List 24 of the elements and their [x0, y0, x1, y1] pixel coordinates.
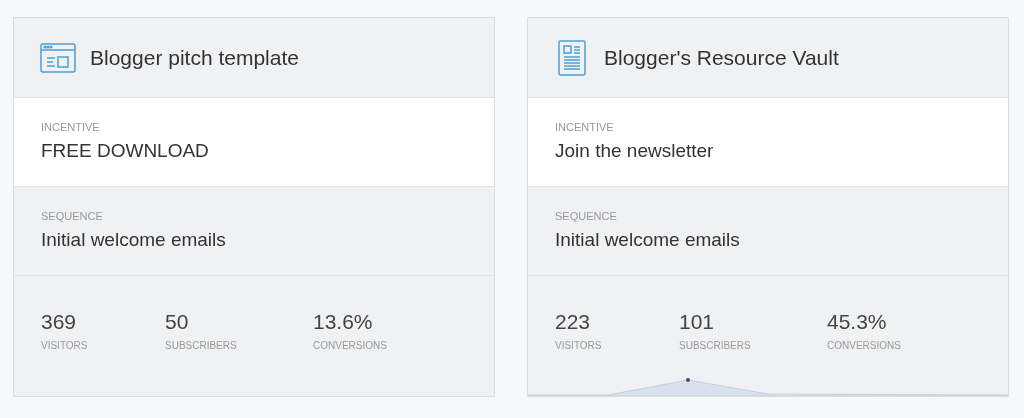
- card-title: Blogger's Resource Vault: [604, 44, 839, 71]
- incentive-value: Join the newsletter: [555, 138, 715, 163]
- section-label: SEQUENCE: [41, 210, 104, 222]
- stat-label: CONVERSIONS: [313, 339, 387, 354]
- stat-value: 45.3%: [827, 309, 888, 335]
- stat-label: VISITORS: [555, 339, 603, 354]
- stat-value: 13.6%: [313, 309, 374, 335]
- stat-value: 223: [555, 309, 592, 335]
- section-label: INCENTIVE: [555, 121, 615, 133]
- sequence-value: Initial welcome emails: [41, 227, 227, 252]
- stat-label: SUBSCRIBERS: [679, 339, 752, 354]
- stat-value: 101: [679, 309, 716, 335]
- document-icon: [558, 39, 586, 76]
- stat-value: 50: [165, 309, 190, 335]
- stat-label: VISITORS: [41, 339, 89, 354]
- section-label: INCENTIVE: [41, 121, 101, 133]
- section-label: SEQUENCE: [555, 210, 618, 222]
- browser-window-icon: [40, 42, 76, 73]
- stat-label: SUBSCRIBERS: [165, 339, 238, 354]
- stat-value: 369: [41, 309, 78, 335]
- stat-label: CONVERSIONS: [827, 339, 901, 354]
- sequence-value: Initial welcome emails: [555, 227, 741, 252]
- card-title: Blogger pitch template: [90, 44, 299, 71]
- incentive-value: FREE DOWNLOAD: [41, 138, 210, 163]
